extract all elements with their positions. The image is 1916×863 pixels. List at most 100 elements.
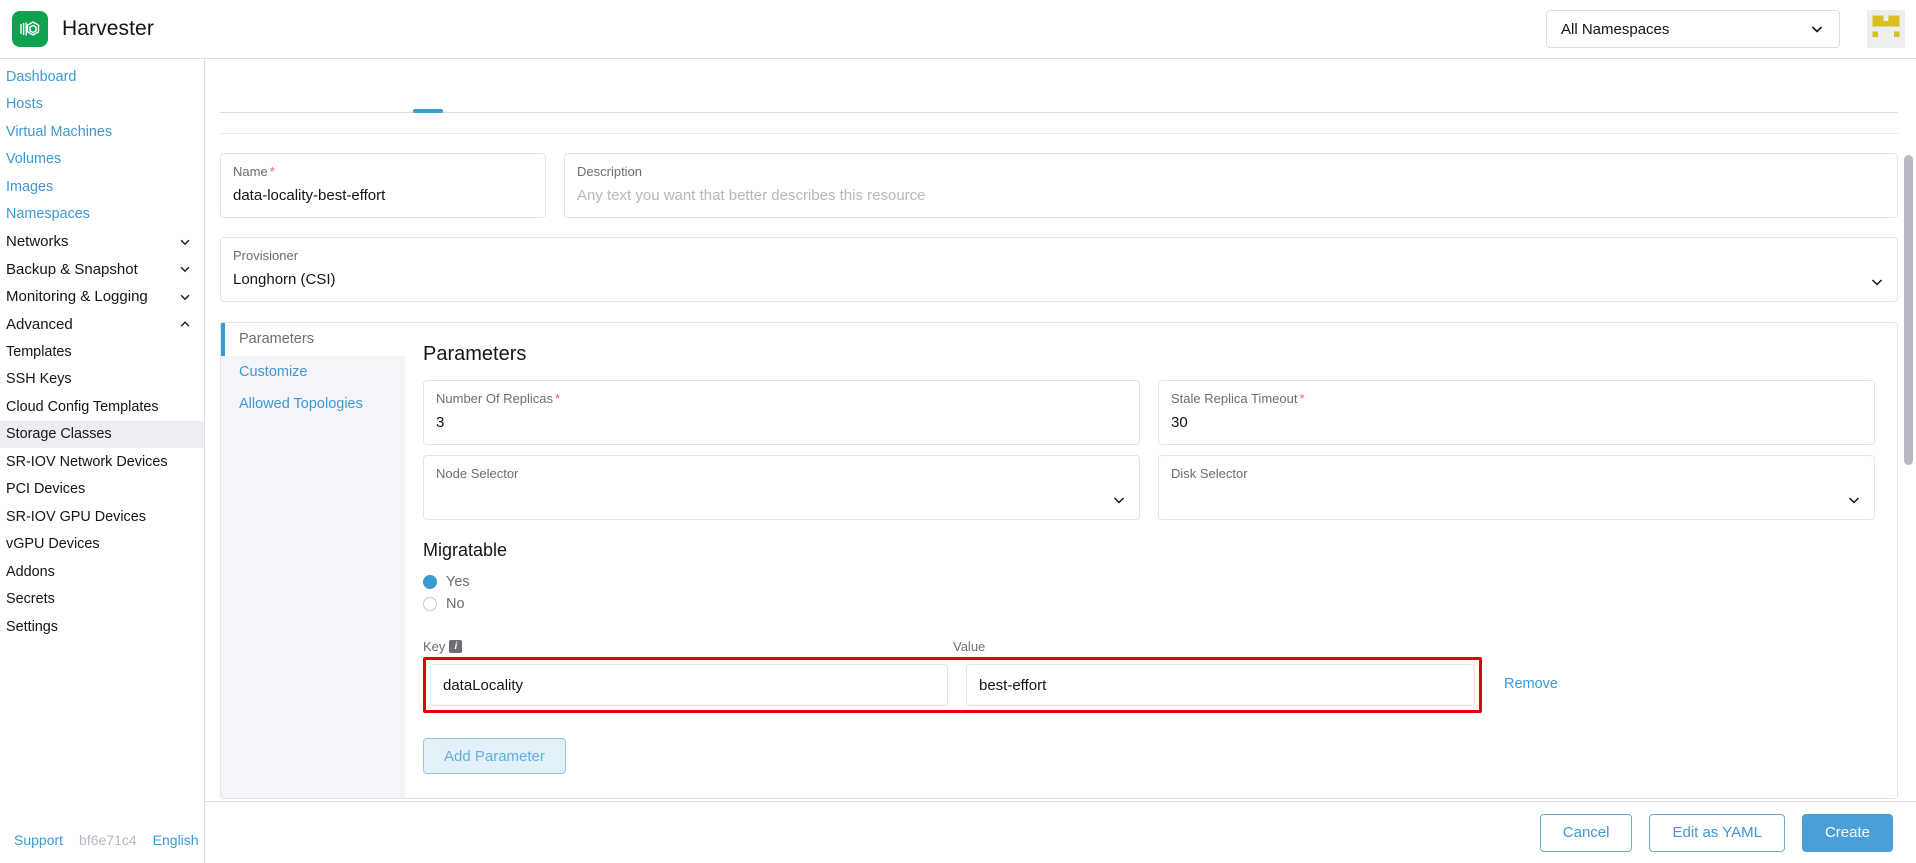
node-selector-field[interactable]: Node Selector: [423, 455, 1140, 520]
sidebar-item-pci-devices[interactable]: PCI Devices: [0, 476, 204, 504]
sidebar-item-label: SSH Keys: [6, 371, 72, 388]
sidebar-item-backup-snapshot[interactable]: Backup & Snapshot: [0, 256, 204, 284]
sidebar-item-cloud-config-templates[interactable]: Cloud Config Templates: [0, 393, 204, 421]
panel-tab-customize[interactable]: Customize: [221, 356, 405, 389]
form-content: Name * data-locality-best-effort Descript…: [205, 109, 1916, 799]
chevron-up-icon[interactable]: [178, 317, 192, 331]
chevron-down-icon[interactable]: [1869, 274, 1885, 290]
provisioner-row: Provisioner Longhorn (CSI): [220, 237, 1898, 302]
radio-selected-icon[interactable]: [423, 575, 437, 589]
language-link[interactable]: English: [153, 832, 199, 848]
version-label: bf6e71c4: [79, 832, 137, 848]
sidebar-item-secrets[interactable]: Secrets: [0, 586, 204, 614]
node-selector-value: [436, 489, 1127, 507]
edit-as-yaml-button[interactable]: Edit as YAML: [1649, 813, 1785, 852]
cancel-button[interactable]: Cancel: [1539, 813, 1633, 852]
panel-tab-label: Allowed Topologies: [239, 396, 363, 413]
brand[interactable]: Harvester: [0, 11, 248, 47]
active-tab-indicator: [413, 109, 443, 113]
chevron-down-icon[interactable]: [178, 235, 192, 249]
migratable-option-no[interactable]: No: [423, 593, 1875, 615]
description-field[interactable]: Description Any text you want that bette…: [564, 153, 1898, 218]
number-of-replicas-label: Number Of Replicas *: [436, 391, 561, 406]
sidebar-item-label: Hosts: [6, 96, 43, 113]
sidebar-item-addons[interactable]: Addons: [0, 558, 204, 586]
sidebar-item-advanced[interactable]: Advanced: [0, 311, 204, 339]
migratable-option-label: Yes: [446, 574, 470, 590]
sidebar-item-label: Volumes: [6, 151, 62, 168]
provisioner-value: Longhorn (CSI): [233, 271, 336, 288]
kv-header-row: Key i Value: [423, 639, 1875, 654]
migratable-option-yes[interactable]: Yes: [423, 571, 1875, 593]
sidebar-item-monitoring-logging[interactable]: Monitoring & Logging: [0, 283, 204, 311]
disk-selector-label: Disk Selector: [1171, 466, 1248, 481]
number-of-replicas-field[interactable]: Number Of Replicas * 3: [423, 380, 1140, 445]
migratable-title: Migratable: [423, 540, 508, 560]
chevron-down-icon[interactable]: [178, 262, 192, 276]
highlighted-parameter-row: dataLocality best-effort: [423, 657, 1482, 713]
panel-tab-parameters[interactable]: Parameters: [221, 323, 405, 356]
sidebar-item-label: Images: [6, 178, 54, 195]
main-content: Name * data-locality-best-effort Descript…: [205, 59, 1916, 863]
sidebar-footer: Support bf6e71c4 English: [0, 817, 204, 863]
description-input[interactable]: Any text you want that better describes …: [577, 187, 1885, 205]
sidebar-item-volumes[interactable]: Volumes: [0, 146, 204, 174]
sidebar-item-dashboard[interactable]: Dashboard: [0, 63, 204, 91]
avatar[interactable]: [1856, 0, 1916, 59]
parameter-key-input[interactable]: dataLocality: [430, 664, 948, 706]
sidebar-item-vgpu-devices[interactable]: vGPU Devices: [0, 531, 204, 559]
sidebar-item-sr-iov-network-devices[interactable]: SR-IOV Network Devices: [0, 448, 204, 476]
sidebar-item-hosts[interactable]: Hosts: [0, 91, 204, 119]
sidebar-item-sr-iov-gpu-devices[interactable]: SR-IOV GPU Devices: [0, 503, 204, 531]
migratable-option-label: No: [446, 596, 465, 612]
sidebar-item-networks[interactable]: Networks: [0, 228, 204, 256]
namespace-selector[interactable]: All Namespaces: [1546, 10, 1840, 48]
info-icon[interactable]: i: [449, 640, 463, 653]
stale-replica-timeout-input[interactable]: 30: [1171, 414, 1862, 432]
chevron-down-icon[interactable]: [178, 290, 192, 304]
vertical-scrollbar-thumb[interactable]: [1904, 155, 1913, 465]
action-footer: Cancel Edit as YAML Create: [205, 801, 1916, 863]
stale-replica-timeout-field[interactable]: Stale Replica Timeout * 30: [1158, 380, 1875, 445]
create-button[interactable]: Create: [1801, 813, 1893, 852]
sidebar-item-templates[interactable]: Templates: [0, 338, 204, 366]
add-parameter-button[interactable]: Add Parameter: [423, 738, 566, 774]
radio-unselected-icon[interactable]: [423, 597, 437, 611]
sidebar-item-images[interactable]: Images: [0, 173, 204, 201]
sidebar-item-label: Namespaces: [6, 206, 90, 223]
name-description-row: Name * data-locality-best-effort Descript…: [220, 153, 1898, 218]
stale-replica-timeout-label: Stale Replica Timeout *: [1171, 391, 1305, 406]
number-of-replicas-input[interactable]: 3: [436, 414, 1127, 432]
panel-tab-allowed-topologies[interactable]: Allowed Topologies: [221, 388, 405, 421]
sidebar-item-namespaces[interactable]: Namespaces: [0, 201, 204, 229]
sidebar: Dashboard Hosts Virtual Machines Volumes Ima…: [0, 59, 205, 863]
sidebar-item-label: SR-IOV Network Devices: [6, 453, 168, 470]
sidebar-item-settings[interactable]: Settings: [0, 613, 204, 641]
sidebar-item-label: Storage Classes: [6, 426, 112, 443]
chevron-down-icon[interactable]: [1111, 492, 1127, 508]
parameter-value-input[interactable]: best-effort: [965, 664, 1475, 706]
provisioner-field[interactable]: Provisioner Longhorn (CSI): [220, 237, 1898, 302]
sidebar-item-ssh-keys[interactable]: SSH Keys: [0, 366, 204, 394]
chevron-down-icon[interactable]: [1846, 492, 1862, 508]
sidebar-item-storage-classes[interactable]: Storage Classes: [0, 420, 204, 448]
sidebar-item-label: Addons: [6, 563, 55, 580]
sidebar-item-label: Settings: [6, 618, 58, 635]
sidebar-item-label: vGPU Devices: [6, 536, 100, 553]
disk-selector-field[interactable]: Disk Selector: [1158, 455, 1875, 520]
sidebar-item-label: PCI Devices: [6, 481, 86, 498]
name-input[interactable]: data-locality-best-effort: [233, 187, 533, 205]
remove-parameter-link[interactable]: Remove: [1504, 676, 1558, 692]
name-field[interactable]: Name * data-locality-best-effort: [220, 153, 546, 218]
parameters-panel: Parameters Customize Allowed Topologies Pa…: [220, 322, 1898, 799]
scroll-area: Name * data-locality-best-effort Descript…: [205, 59, 1916, 801]
sidebar-item-label: Cloud Config Templates: [6, 398, 159, 415]
support-link[interactable]: Support: [14, 832, 63, 848]
selectors-row: Node Selector Disk Selector: [423, 455, 1875, 520]
harvester-app-window: Harvester All Namespaces Dashboard Hosts…: [0, 0, 1916, 863]
page-tabs-strip: [220, 109, 1898, 113]
sidebar-item-virtual-machines[interactable]: Virtual Machines: [0, 118, 204, 146]
sidebar-nav: Dashboard Hosts Virtual Machines Volumes Ima…: [0, 59, 204, 817]
header-right: All Namespaces: [1546, 0, 1916, 59]
sidebar-item-label: Advanced: [6, 315, 73, 333]
